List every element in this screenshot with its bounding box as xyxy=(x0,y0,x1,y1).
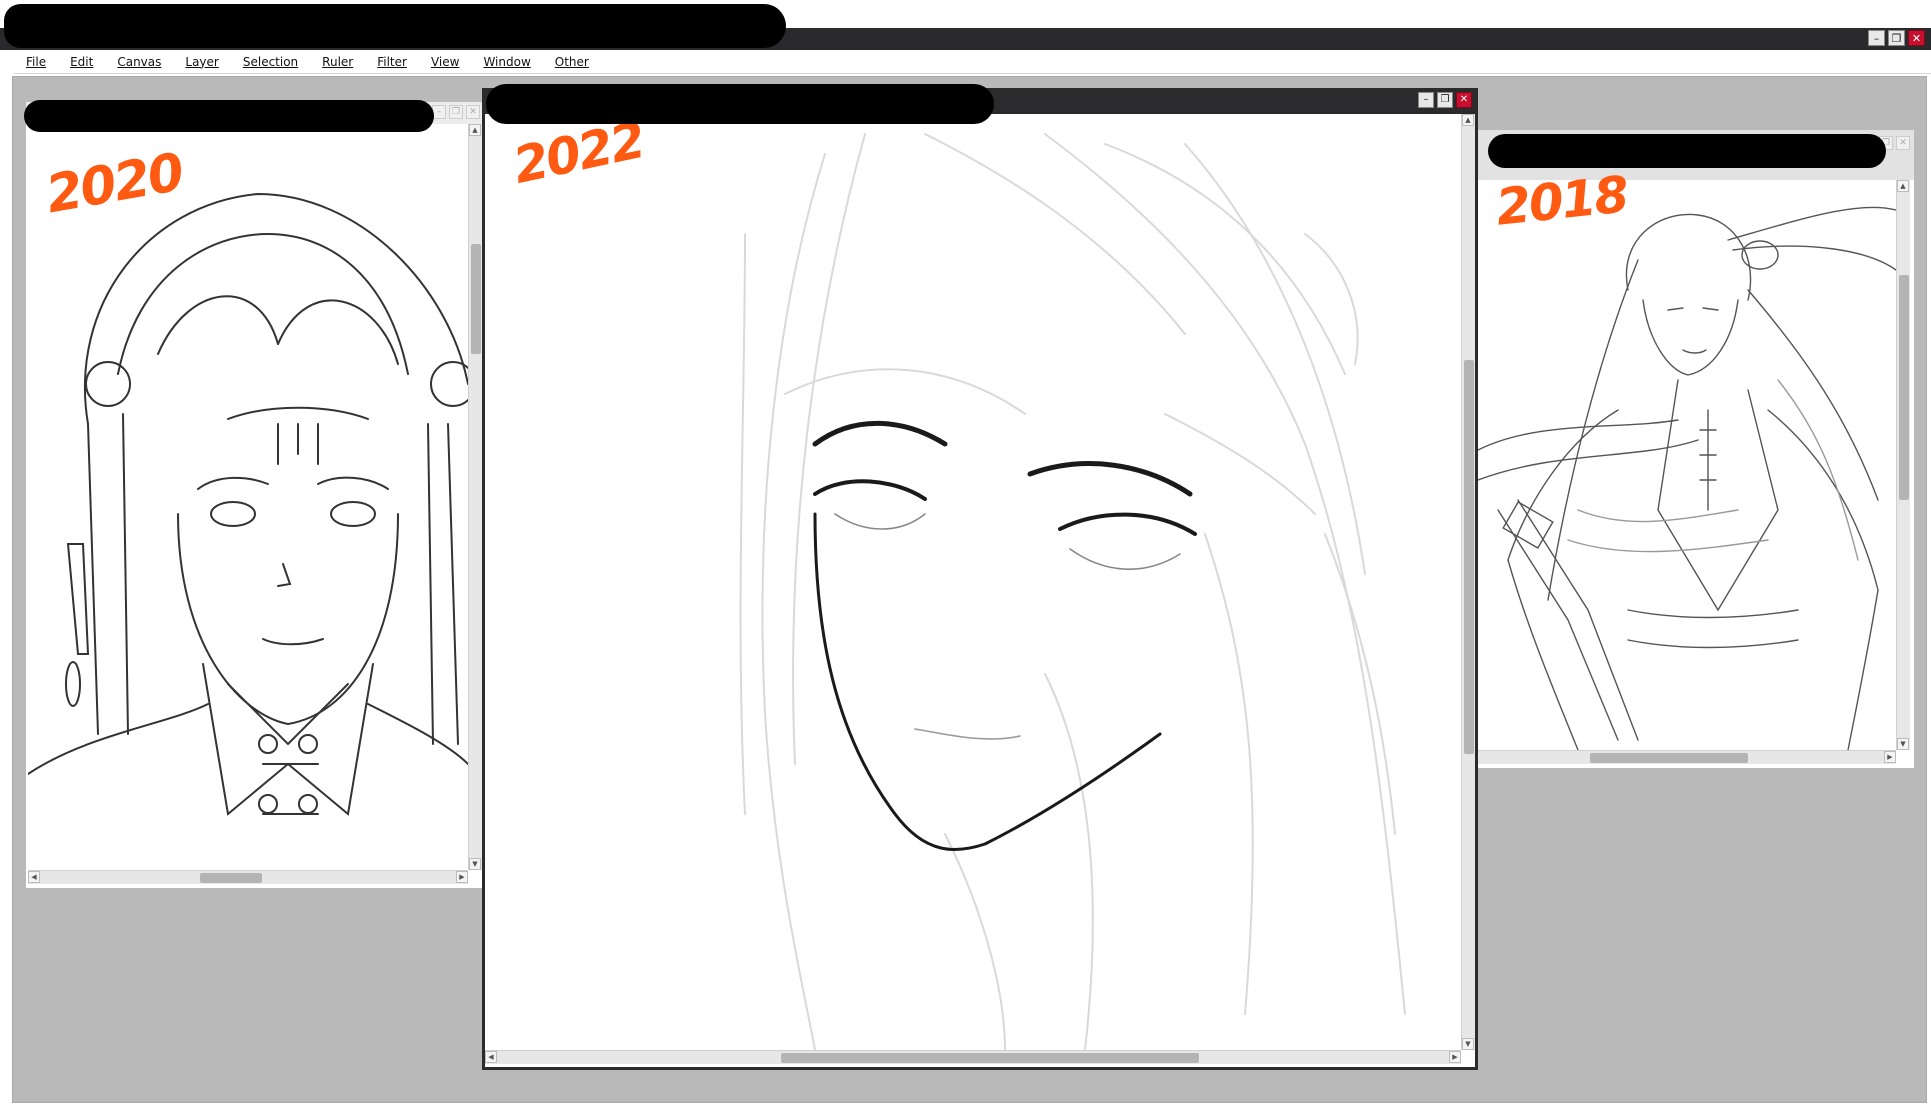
redacted-doc-title-right xyxy=(1488,134,1886,168)
document-window-left[interactable]: – ❐ ✕ 2020 ▲ ▼ ◀ ▶ xyxy=(26,102,484,888)
document-window-center[interactable]: – ❐ ✕ 2022 ▲ ▼ ◀ ▶ xyxy=(482,88,1478,1070)
vertical-scrollbar-right[interactable]: ▲ ▼ xyxy=(1896,180,1910,750)
close-icon: ✕ xyxy=(1459,94,1469,105)
close-icon: ✕ xyxy=(469,106,477,117)
scroll-left-arrow-left[interactable]: ◀ xyxy=(28,871,40,883)
menu-view[interactable]: View xyxy=(431,55,459,69)
scroll-right-arrow-center[interactable]: ▶ xyxy=(1449,1051,1461,1063)
restore-icon: ❐ xyxy=(1891,31,1902,45)
horizontal-scrollbar-center[interactable]: ◀ ▶ xyxy=(485,1050,1461,1064)
scroll-up-arrow-center[interactable]: ▲ xyxy=(1462,114,1474,126)
menu-layer[interactable]: Layer xyxy=(185,55,218,69)
scroll-up-arrow-left[interactable]: ▲ xyxy=(469,124,481,136)
minimize-icon: – xyxy=(1423,94,1429,105)
menu-edit[interactable]: Edit xyxy=(70,55,93,69)
doc-center-restore-button[interactable]: ❐ xyxy=(1437,92,1453,108)
document-window-right[interactable]: – ❐ ✕ xyxy=(1478,130,1914,768)
menu-file[interactable]: File xyxy=(26,55,46,69)
minimize-button[interactable]: – xyxy=(1868,30,1885,46)
restore-icon: ❐ xyxy=(1440,94,1450,105)
scroll-down-arrow-center[interactable]: ▼ xyxy=(1462,1038,1474,1050)
scroll-up-arrow-right[interactable]: ▲ xyxy=(1897,180,1909,192)
restore-button[interactable]: ❐ xyxy=(1888,30,1905,46)
minimize-icon: – xyxy=(1873,31,1880,45)
minimize-icon: – xyxy=(436,106,442,117)
menu-window[interactable]: Window xyxy=(483,55,530,69)
menu-canvas[interactable]: Canvas xyxy=(117,55,161,69)
canvas-left[interactable] xyxy=(28,124,468,870)
menu-ruler[interactable]: Ruler xyxy=(322,55,353,69)
menu-selection[interactable]: Selection xyxy=(243,55,298,69)
scroll-thumb-h-center[interactable] xyxy=(781,1053,1199,1063)
scroll-thumb-v-left[interactable] xyxy=(471,244,481,354)
canvas-center[interactable] xyxy=(485,114,1461,1050)
scroll-left-arrow-center[interactable]: ◀ xyxy=(485,1051,497,1063)
doc-left-close-button[interactable]: ✕ xyxy=(466,105,480,119)
horizontal-scrollbar-left[interactable]: ◀ ▶ xyxy=(28,870,468,884)
close-button[interactable]: ✕ xyxy=(1908,30,1925,46)
horizontal-scrollbar-right[interactable]: ▶ xyxy=(1478,750,1896,764)
scroll-thumb-h-left[interactable] xyxy=(200,873,262,883)
doc-left-restore-button[interactable]: ❐ xyxy=(449,105,463,119)
restore-icon: ❐ xyxy=(451,106,461,117)
scroll-right-arrow-right[interactable]: ▶ xyxy=(1884,751,1896,763)
canvas-right[interactable] xyxy=(1478,180,1896,750)
document-controls-center: – ❐ ✕ xyxy=(1418,92,1472,108)
scroll-down-arrow-left[interactable]: ▼ xyxy=(469,858,481,870)
sketch-face-2022 xyxy=(739,133,1406,1050)
scroll-thumb-v-center[interactable] xyxy=(1464,360,1474,754)
redacted-doc-title-left xyxy=(24,100,434,132)
redacted-app-title xyxy=(4,4,786,48)
doc-center-minimize-button[interactable]: – xyxy=(1418,92,1434,108)
sketch-figure-2018 xyxy=(1478,206,1896,750)
document-controls-left: – ❐ ✕ xyxy=(432,105,480,119)
doc-left-minimize-button[interactable]: – xyxy=(432,105,446,119)
vertical-scrollbar-center[interactable]: ▲ ▼ xyxy=(1461,114,1475,1050)
scroll-thumb-v-right[interactable] xyxy=(1899,275,1909,500)
close-icon: ✕ xyxy=(1899,137,1907,148)
scroll-thumb-h-right[interactable] xyxy=(1590,753,1748,763)
doc-center-close-button[interactable]: ✕ xyxy=(1456,92,1472,108)
app-window-controls: – ❐ ✕ xyxy=(1868,30,1925,46)
menu-filter[interactable]: Filter xyxy=(377,55,407,69)
redacted-doc-title-center xyxy=(486,84,994,124)
sketch-portrait-2020 xyxy=(28,192,468,816)
menu-bar: File Edit Canvas Layer Selection Ruler F… xyxy=(14,50,1931,74)
vertical-scrollbar-left[interactable]: ▲ ▼ xyxy=(468,124,482,870)
scroll-down-arrow-right[interactable]: ▼ xyxy=(1897,738,1909,750)
scroll-right-arrow-left[interactable]: ▶ xyxy=(456,871,468,883)
close-icon: ✕ xyxy=(1911,31,1922,45)
doc-right-close-button[interactable]: ✕ xyxy=(1896,136,1910,150)
menu-other[interactable]: Other xyxy=(555,55,589,69)
